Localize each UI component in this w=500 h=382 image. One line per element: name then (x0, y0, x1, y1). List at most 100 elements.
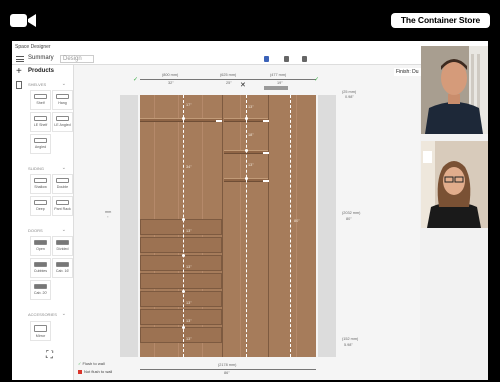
product-mirror[interactable]: Mirror (30, 321, 51, 341)
dim-right-bottom-in: 5.98" (344, 343, 353, 347)
tab-summary[interactable]: Summary (28, 55, 54, 61)
design-canvas[interactable]: (800 mm) 32" (625 mm) 25" (477 mm) 19" ✓… (74, 65, 420, 380)
dim-right-top: (25 mm) (342, 90, 357, 94)
product-divided[interactable]: Divided (52, 236, 73, 256)
inner-dim: 13" (248, 105, 254, 109)
expand-icon[interactable]: ⛶ (46, 350, 56, 361)
finish-label[interactable]: Finish: Du (394, 68, 421, 76)
product-double[interactable]: Double (52, 174, 73, 194)
section-accessories[interactable]: ACCESSORIES ⌄ (28, 311, 68, 317)
drawer[interactable] (140, 255, 222, 271)
shelf-handle[interactable] (263, 120, 269, 122)
dim-right-top-in: 0.98" (345, 95, 354, 99)
drawer[interactable] (140, 327, 222, 343)
resize-handle[interactable] (182, 290, 185, 293)
door-icon[interactable] (16, 81, 22, 89)
product-pant-rack[interactable]: Pant Rack (52, 196, 73, 216)
legend-not-flush: Not flush to wall (78, 369, 112, 374)
product-deep[interactable]: Deep (30, 196, 51, 216)
dim-top-1-in: 32" (168, 81, 174, 85)
view-front-icon[interactable] (264, 56, 269, 62)
inner-dim: 13" (248, 163, 254, 167)
top-dimension-line (140, 79, 316, 80)
dim-top-1: (800 mm) (162, 73, 179, 77)
drawer[interactable] (140, 273, 222, 289)
product-cab-20[interactable]: Cab. 20' (30, 280, 51, 300)
product-open[interactable]: Open (30, 236, 51, 256)
dim-top-3-in: 19" (277, 81, 283, 85)
dim-top-2-in: 25" (226, 81, 232, 85)
resize-handle[interactable] (245, 177, 248, 180)
product-cab-16[interactable]: Cab. 16' (52, 258, 73, 278)
menu-icon[interactable] (16, 56, 24, 62)
product-shallow[interactable]: Shallow (30, 174, 51, 194)
app-title: Space Designer (12, 41, 488, 53)
shelf-handle[interactable] (263, 152, 269, 154)
dim-bottom: (2178 mm) (218, 363, 237, 367)
dim-left-in: " (107, 216, 109, 220)
shelf[interactable] (140, 118, 222, 122)
view-side-icon[interactable] (302, 56, 307, 62)
sidebar-title: Products (28, 68, 55, 74)
participant-image (421, 46, 488, 134)
right-wall (318, 95, 336, 357)
close-icon[interactable]: ✕ (240, 81, 246, 89)
resize-handle[interactable] (182, 254, 185, 257)
view-person-icon[interactable] (284, 56, 289, 62)
legend-flush: ✓ Flush to wall (78, 361, 105, 366)
inner-dim: 34" (186, 165, 192, 169)
bottom-dimension-line (140, 369, 316, 370)
plus-icon[interactable]: + (16, 66, 22, 77)
resize-handle[interactable] (182, 117, 185, 120)
check-icon[interactable]: ✓ (133, 76, 138, 83)
shared-screen: Space Designer Summary Design + Products… (12, 41, 488, 380)
dim-top-2: (625 mm) (220, 73, 237, 77)
drawer[interactable] (140, 309, 222, 325)
shelf-handle[interactable] (216, 120, 222, 122)
resize-handle[interactable] (245, 149, 248, 152)
inner-dim: 80" (294, 219, 300, 223)
center-guide (246, 95, 247, 357)
inner-dim: 13" (186, 319, 192, 323)
product-le-shelf[interactable]: LE Shelf (30, 112, 51, 132)
product-cubbies[interactable]: Cubbies (30, 258, 51, 278)
video-camera-icon[interactable] (10, 12, 36, 29)
participant-video-1 (421, 46, 488, 134)
toolbar: Summary Design (12, 53, 488, 65)
product-shelf[interactable]: Shelf (30, 90, 51, 110)
product-angled[interactable]: Angled (30, 134, 51, 154)
products-sidebar: + Products SHELVES ⌄ Shelf Hang LE Shelf … (12, 65, 74, 380)
section-shelves[interactable]: SHELVES ⌄ (28, 81, 68, 87)
brand-logo: The Container Store (391, 13, 490, 28)
inner-dim: 13" (186, 301, 192, 305)
dim-left: mm (105, 210, 112, 214)
drawer[interactable] (140, 219, 222, 235)
tab-design[interactable]: Design (60, 55, 94, 63)
center-guide (183, 95, 184, 357)
dim-right-bottom: (152 mm) (342, 337, 359, 341)
center-guide (290, 95, 291, 357)
dim-right-middle-in: 80" (346, 217, 352, 221)
drawer[interactable] (140, 237, 222, 253)
section-doors[interactable]: DOORS ⌄ (28, 227, 68, 233)
resize-handle[interactable] (182, 218, 185, 221)
inner-dim: 18" (248, 133, 254, 137)
inner-dim: 13" (186, 229, 192, 233)
closet-unit[interactable]: 17" 13" 18" 34" 13" 13" 80" 13" 13" 13" … (140, 95, 316, 357)
inner-dim: 13" (186, 337, 192, 341)
resize-handle[interactable] (182, 326, 185, 329)
dim-top-3: (477 mm) (270, 73, 287, 77)
inner-dim: 17" (186, 103, 192, 107)
shelf-handle[interactable] (263, 180, 269, 182)
selected-section-bar[interactable] (264, 86, 288, 90)
participant-video-2 (421, 141, 488, 228)
product-hang[interactable]: Hang (52, 90, 73, 110)
check-icon: ✓ (78, 361, 82, 366)
section-sliding[interactable]: SLIDING ⌄ (28, 165, 68, 171)
dim-right-middle: (2032 mm) (342, 211, 361, 215)
product-le-angled[interactable]: LE Angled (52, 112, 73, 132)
resize-handle[interactable] (245, 117, 248, 120)
participant-image (421, 141, 488, 228)
drawer[interactable] (140, 291, 222, 307)
check-icon[interactable]: ✓ (314, 76, 319, 83)
